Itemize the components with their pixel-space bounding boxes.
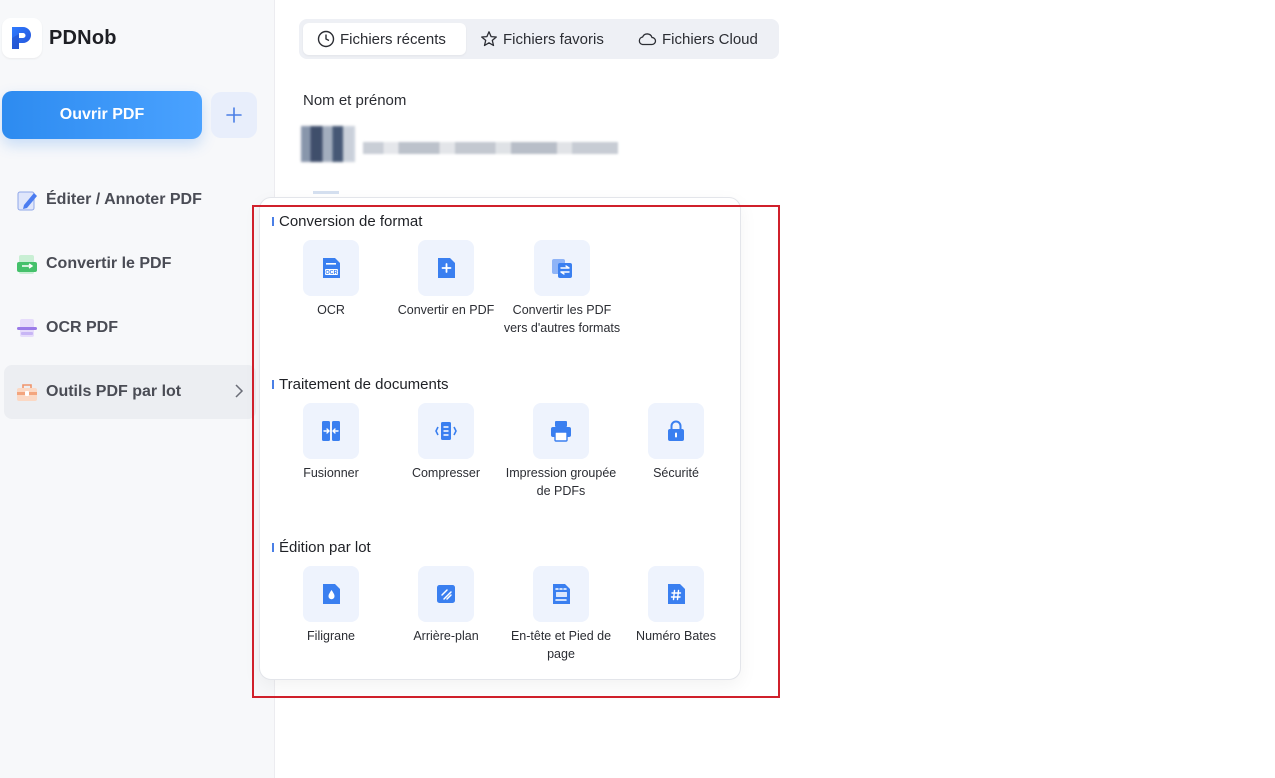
tool-label: Convertir en PDF bbox=[397, 303, 495, 317]
convert-to-pdf-icon bbox=[418, 240, 474, 296]
tab-recent-files[interactable]: Fichiers récents bbox=[303, 23, 466, 55]
section-marker bbox=[272, 217, 274, 226]
tool-label: Compresser bbox=[411, 466, 481, 480]
header-footer-icon bbox=[533, 566, 589, 622]
tool-ocr[interactable]: OCR OCR bbox=[271, 240, 391, 319]
tool-merge[interactable]: Fusionner bbox=[271, 403, 391, 482]
cloud-icon bbox=[638, 33, 657, 46]
nav-item-convert[interactable]: Convertir le PDF bbox=[4, 237, 256, 291]
file-row[interactable] bbox=[301, 126, 631, 166]
nav-label-batch-tools: Outils PDF par lot bbox=[46, 383, 182, 400]
add-button[interactable] bbox=[211, 92, 257, 138]
section-title-format-conversion: Conversion de format bbox=[272, 213, 422, 230]
edit-icon bbox=[14, 187, 40, 213]
svg-text:OCR: OCR bbox=[325, 270, 337, 276]
ocr-icon: OCR bbox=[303, 240, 359, 296]
file-thumbnail-partial bbox=[313, 191, 339, 194]
nav-item-edit-annotate[interactable]: Éditer / Annoter PDF bbox=[4, 173, 256, 227]
tab-favorite-files[interactable]: Fichiers favoris bbox=[466, 23, 623, 55]
lock-icon bbox=[648, 403, 704, 459]
tool-background[interactable]: Arrière-plan bbox=[386, 566, 506, 645]
merge-icon bbox=[303, 403, 359, 459]
tab-cloud-files[interactable]: Fichiers Cloud bbox=[623, 23, 773, 55]
tool-batch-print[interactable]: Impression groupée de PDFs bbox=[501, 403, 621, 500]
section-title-document-processing: Traitement de documents bbox=[272, 376, 449, 393]
open-pdf-button[interactable]: Ouvrir PDF bbox=[2, 91, 202, 139]
section-title-document-processing-text: Traitement de documents bbox=[279, 376, 449, 393]
section-marker bbox=[272, 543, 274, 552]
chevron-right-icon bbox=[235, 384, 244, 398]
plus-icon bbox=[226, 107, 242, 123]
nav-item-ocr[interactable]: OCR PDF bbox=[4, 301, 256, 355]
tool-bates-number[interactable]: Numéro Bates bbox=[616, 566, 736, 645]
compress-icon bbox=[418, 403, 474, 459]
tool-label: Convertir les PDF vers d'autres formats bbox=[503, 303, 621, 335]
tool-label: Numéro Bates bbox=[636, 629, 716, 643]
nav-label-edit-annotate: Éditer / Annoter PDF bbox=[46, 191, 202, 208]
sidebar: PDNob Ouvrir PDF Éditer / Annoter PDF Co… bbox=[0, 0, 275, 778]
clock-icon bbox=[317, 30, 335, 48]
nav-item-batch-tools[interactable]: Outils PDF par lot bbox=[4, 365, 256, 419]
file-name-redacted bbox=[363, 142, 618, 154]
tool-header-footer[interactable]: En-tête et Pied de page bbox=[501, 566, 621, 663]
brand: PDNob bbox=[2, 18, 117, 58]
convert-icon bbox=[14, 251, 40, 277]
column-header-name: Nom et prénom bbox=[303, 92, 407, 109]
section-title-batch-editing-text: Édition par lot bbox=[279, 539, 371, 556]
tool-watermark[interactable]: Filigrane bbox=[271, 566, 391, 645]
section-title-batch-editing: Édition par lot bbox=[272, 539, 371, 556]
ocr-scan-icon bbox=[14, 315, 40, 341]
tool-convert-pdf-to-formats[interactable]: Convertir les PDF vers d'autres formats bbox=[502, 240, 622, 337]
tool-label: Sécurité bbox=[653, 466, 699, 480]
file-tabs: Fichiers récents Fichiers favoris Fichie… bbox=[299, 19, 779, 59]
tool-label: Arrière-plan bbox=[413, 629, 479, 643]
tool-compress[interactable]: Compresser bbox=[386, 403, 506, 482]
tool-label: OCR bbox=[317, 303, 345, 317]
tab-recent-files-label: Fichiers récents bbox=[340, 30, 446, 48]
tool-label: Fusionner bbox=[303, 466, 359, 480]
section-title-format-conversion-text: Conversion de format bbox=[279, 213, 423, 230]
star-icon bbox=[481, 31, 497, 47]
convert-pdf-to-formats-icon bbox=[534, 240, 590, 296]
tool-label: En-tête et Pied de page bbox=[510, 629, 612, 661]
nav-label-convert: Convertir le PDF bbox=[46, 255, 172, 272]
nav-label-ocr: OCR PDF bbox=[46, 319, 118, 336]
tab-favorite-files-label: Fichiers favoris bbox=[503, 30, 604, 48]
print-icon bbox=[533, 403, 589, 459]
tool-label: Impression groupée de PDFs bbox=[505, 466, 617, 498]
watermark-icon bbox=[303, 566, 359, 622]
pdnob-logo-icon bbox=[2, 18, 42, 58]
tab-cloud-files-label: Fichiers Cloud bbox=[662, 30, 758, 48]
tool-convert-to-pdf[interactable]: Convertir en PDF bbox=[386, 240, 506, 319]
toolbox-icon bbox=[14, 379, 40, 405]
app-name: PDNob bbox=[49, 26, 117, 49]
tool-security[interactable]: Sécurité bbox=[616, 403, 736, 482]
tool-label: Filigrane bbox=[307, 629, 355, 643]
file-thumbnail bbox=[301, 126, 355, 162]
bates-number-icon bbox=[648, 566, 704, 622]
background-icon bbox=[418, 566, 474, 622]
section-marker bbox=[272, 380, 274, 389]
